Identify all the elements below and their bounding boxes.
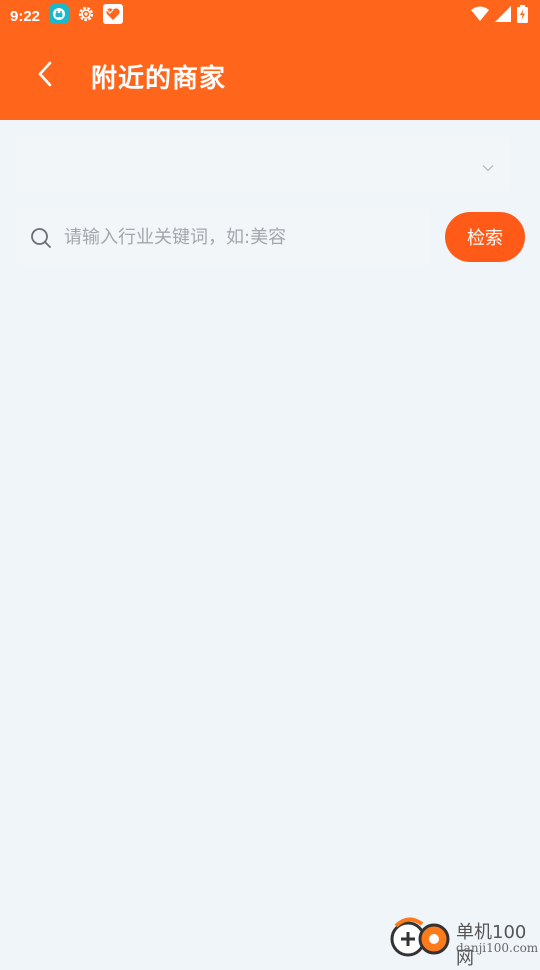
search-button[interactable]: 检索	[445, 212, 525, 262]
watermark-logo: 单机100网 danji100.com	[388, 914, 540, 969]
app-notification-icon	[49, 4, 70, 28]
heart-app-icon	[103, 4, 124, 28]
page-title: 附近的商家	[91, 64, 227, 94]
category-select[interactable]	[16, 137, 510, 191]
chevron-down-icon	[482, 157, 494, 176]
search-icon	[29, 226, 53, 250]
status-time: 9:22	[10, 7, 41, 25]
chevron-left-icon	[37, 61, 53, 91]
status-bar: 9:22	[0, 0, 540, 32]
wifi-icon	[471, 6, 489, 26]
back-button[interactable]	[30, 60, 60, 92]
app-header: 附近的商家	[0, 32, 540, 120]
watermark-url: danji100.com	[456, 941, 539, 955]
cellular-signal-icon	[495, 6, 511, 26]
settings-gear-icon	[77, 5, 95, 27]
watermark-owl-icon	[390, 917, 450, 957]
battery-charging-icon	[517, 5, 528, 27]
search-box	[16, 209, 430, 266]
search-input[interactable]	[64, 227, 404, 248]
